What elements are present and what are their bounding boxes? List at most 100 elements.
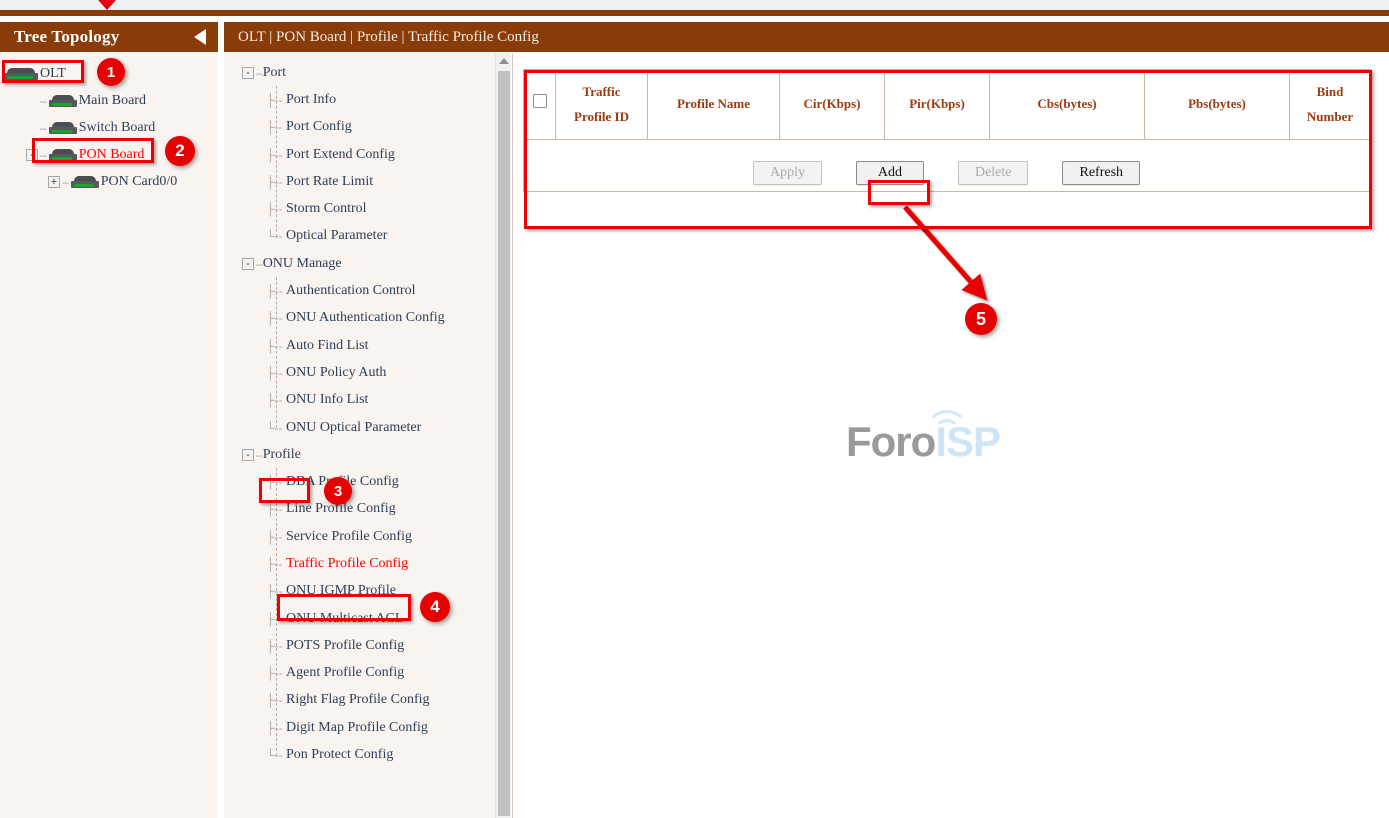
top-strip — [0, 0, 1389, 10]
content-area: TrafficProfile IDProfile NameCir(Kbps)Pi… — [512, 53, 1389, 818]
menu-item-connector: ├-- — [266, 639, 283, 653]
table-header-text: Profile ID — [560, 105, 643, 130]
breadcrumb: OLT | PON Board | Profile | Traffic Prof… — [224, 22, 1389, 52]
menu-item-authentication-control[interactable]: ├--Authentication Control — [224, 277, 495, 304]
menu-item-label: Auto Find List — [286, 338, 368, 354]
scrollbar-thumb[interactable] — [498, 71, 510, 816]
menu-item-onu-optical-parameter[interactable]: └--ONU Optical Parameter — [224, 414, 495, 441]
menu-item-connector: ├-- — [266, 148, 283, 162]
menu-item-pots-profile-config[interactable]: ├--POTS Profile Config — [224, 632, 495, 659]
table-action-buttons: ApplyAddDeleteRefresh — [523, 153, 1370, 193]
top-arrow-marker-icon — [98, 0, 116, 10]
menu-item-connector: ├-- — [266, 311, 283, 325]
tree-node-label: PON Card0/0 — [101, 174, 178, 190]
menu-item-storm-control[interactable]: ├--Storm Control — [224, 195, 495, 222]
device-icon — [49, 121, 77, 134]
menu-item-pon-protect-config[interactable]: └--Pon Protect Config — [224, 741, 495, 768]
menu-item-connector: └-- — [266, 229, 283, 243]
table-header-text: Pir(Kbps) — [889, 92, 985, 117]
collapse-sidebar-icon[interactable] — [194, 29, 206, 45]
menu-item-auto-find-list[interactable]: ├--Auto Find List — [224, 332, 495, 359]
expand-node-icon[interactable]: + — [48, 176, 60, 188]
table-header-name: Profile Name — [648, 70, 780, 140]
menu-item-label: Digit Map Profile Config — [286, 720, 428, 736]
main-panel: OLT | PON Board | Profile | Traffic Prof… — [224, 22, 1389, 818]
menu-item-port-extend-config[interactable]: ├--Port Extend Config — [224, 141, 495, 168]
menu-item-connector: ├-- — [266, 339, 283, 353]
menu-item-traffic-profile-config[interactable]: ├--Traffic Profile Config — [224, 550, 495, 577]
menu-item-port-config[interactable]: ├--Port Config — [224, 114, 495, 141]
menu-item-port-info[interactable]: ├--Port Info — [224, 86, 495, 113]
menu-item-onu-info-list[interactable]: ├--ONU Info List — [224, 387, 495, 414]
menu-item-connector: └-- — [266, 748, 283, 762]
menu-item-agent-profile-config[interactable]: ├--Agent Profile Config — [224, 660, 495, 687]
menu-item-connector: ├-- — [266, 584, 283, 598]
device-icon — [71, 175, 99, 188]
menu-connector: – — [256, 257, 263, 271]
collapse-node-icon[interactable]: - — [26, 149, 38, 161]
tree-node-label: Switch Board — [79, 120, 156, 136]
foroisp-watermark: ForoISP — [846, 412, 1046, 472]
refresh-button[interactable]: Refresh — [1062, 161, 1140, 185]
menu-item-service-profile-config[interactable]: ├--Service Profile Config — [224, 523, 495, 550]
tree-connector: – — [40, 148, 47, 162]
table-header-cbs: Cbs(bytes) — [990, 70, 1145, 140]
menu-item-onu-policy-auth[interactable]: ├--ONU Policy Auth — [224, 359, 495, 386]
menu-item-label: ONU Policy Auth — [286, 365, 386, 381]
tree-connector: – — [40, 94, 47, 108]
menu-group-profile[interactable]: -–Profile — [224, 441, 495, 468]
menu-item-right-flag-profile-config[interactable]: ├--Right Flag Profile Config — [224, 687, 495, 714]
menu-item-label: ONU IGMP Profile — [286, 583, 396, 599]
menu-item-onu-authentication-config[interactable]: ├--ONU Authentication Config — [224, 305, 495, 332]
menu-group-port[interactable]: -–Port — [224, 59, 495, 86]
delete-button: Delete — [958, 161, 1029, 185]
menu-group-onu-manage[interactable]: -–ONU Manage — [224, 250, 495, 277]
menu-scrollbar[interactable] — [495, 53, 511, 818]
menu-item-digit-map-profile-config[interactable]: ├--Digit Map Profile Config — [224, 714, 495, 741]
table-header-pbs: Pbs(bytes) — [1145, 70, 1290, 140]
tree-node-label: OLT — [40, 66, 66, 82]
watermark-foro-text: Foro — [846, 418, 935, 465]
menu-item-label: Right Flag Profile Config — [286, 692, 430, 708]
table-header-text: Traffic — [560, 80, 643, 105]
menu-item-label: Traffic Profile Config — [286, 556, 408, 572]
annotation-badge-2: 2 — [165, 136, 195, 166]
collapse-group-icon[interactable]: - — [242, 258, 254, 270]
navigation-menu-list: -–Port├--Port Info├--Port Config├--Port … — [224, 53, 495, 818]
menu-item-onu-multicast-acl[interactable]: ├--ONU Multicast ACL — [224, 605, 495, 632]
table-header-text: Number — [1294, 105, 1366, 130]
menu-item-connector: ├-- — [266, 721, 283, 735]
tree-node-label: Main Board — [79, 93, 146, 109]
menu-item-connector: ├-- — [266, 202, 283, 216]
tree-node-main-board[interactable]: – Main Board — [0, 87, 218, 114]
sidebar-title: Tree Topology — [14, 27, 119, 47]
menu-item-connector: ├-- — [266, 666, 283, 680]
menu-item-label: Service Profile Config — [286, 529, 412, 545]
collapse-group-icon[interactable]: - — [242, 449, 254, 461]
menu-item-label: ONU Multicast ACL — [286, 611, 403, 627]
menu-item-connector: ├-- — [266, 557, 283, 571]
scroll-up-icon[interactable] — [496, 53, 511, 69]
menu-item-optical-parameter[interactable]: └--Optical Parameter — [224, 223, 495, 250]
menu-item-port-rate-limit[interactable]: ├--Port Rate Limit — [224, 168, 495, 195]
menu-item-line-profile-config[interactable]: ├--Line Profile Config — [224, 496, 495, 523]
menu-item-connector: └-- — [266, 421, 283, 435]
add-button[interactable]: Add — [856, 161, 924, 185]
menu-item-connector: ├-- — [266, 393, 283, 407]
menu-item-connector: ├-- — [266, 530, 283, 544]
device-tree: OLT–Main Board–Switch Board-–PON Board+–… — [0, 52, 218, 818]
select-all-checkbox[interactable] — [533, 94, 547, 108]
collapse-group-icon[interactable]: - — [242, 67, 254, 79]
device-icon — [49, 148, 77, 161]
menu-item-label: Port Rate Limit — [286, 174, 373, 190]
table-header-text: Bind — [1294, 80, 1366, 105]
menu-item-connector: ├-- — [266, 693, 283, 707]
menu-item-onu-igmp-profile[interactable]: ├--ONU IGMP Profile — [224, 578, 495, 605]
tree-node-pon-card0-0[interactable]: +–PON Card0/0 — [0, 168, 218, 195]
menu-item-label: ONU Authentication Config — [286, 310, 445, 326]
menu-group-children: ├--Authentication Control├--ONU Authenti… — [224, 277, 495, 441]
traffic-profile-table: TrafficProfile IDProfile NameCir(Kbps)Pi… — [523, 69, 1371, 140]
menu-item-dba-profile-config[interactable]: ├--DBA Profile Config — [224, 468, 495, 495]
table-header-text: Pbs(bytes) — [1149, 92, 1285, 117]
menu-connector: – — [256, 66, 263, 80]
